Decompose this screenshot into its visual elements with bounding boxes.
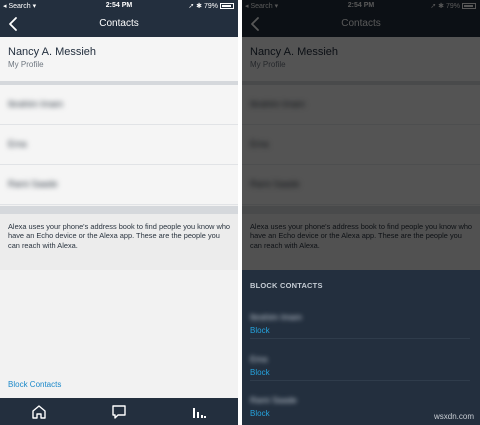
block-contact-name: Ibrahim Imam bbox=[250, 312, 302, 322]
contact-row[interactable]: Ema bbox=[0, 125, 238, 165]
watermark-text: wsxdn.com bbox=[433, 412, 474, 421]
block-contacts-link[interactable]: Block Contacts bbox=[8, 380, 61, 389]
contacts-icon[interactable] bbox=[190, 403, 208, 421]
chat-icon[interactable] bbox=[110, 403, 128, 421]
block-button[interactable]: Block bbox=[250, 326, 270, 335]
contact-name: Ibrahim Imam bbox=[8, 99, 64, 109]
battery-icon bbox=[220, 3, 234, 9]
block-contact-name: Ema bbox=[250, 354, 268, 364]
status-bar: ◂ Search ▾ 2:54 PM ➚ ✱ 79% bbox=[0, 0, 238, 12]
contact-row[interactable]: Ibrahim Imam bbox=[0, 85, 238, 125]
tab-bar bbox=[0, 398, 238, 425]
profile-name: Nancy A. Messieh bbox=[8, 46, 97, 58]
block-button[interactable]: Block bbox=[250, 368, 270, 377]
block-contact-item: Ema Block bbox=[250, 354, 470, 386]
contact-row[interactable]: Rami Saade bbox=[0, 165, 238, 205]
row-divider bbox=[250, 338, 470, 339]
right-screen: ◂ Search ▾ 2:54 PM ➚ ✱ 79% Contacts Nanc… bbox=[242, 0, 480, 425]
profile-subtitle: My Profile bbox=[8, 60, 44, 69]
row-divider bbox=[250, 380, 470, 381]
status-right: ➚ ✱ 79% bbox=[188, 2, 234, 10]
modal-overlay[interactable] bbox=[242, 0, 480, 270]
contact-name: Ema bbox=[8, 139, 27, 149]
block-contact-item: Ibrahim Imam Block bbox=[250, 312, 470, 344]
home-icon[interactable] bbox=[30, 403, 48, 421]
left-screen: ◂ Search ▾ 2:54 PM ➚ ✱ 79% Contacts Nanc… bbox=[0, 0, 238, 425]
block-contact-name: Rami Saade bbox=[250, 395, 297, 405]
section-separator bbox=[0, 206, 238, 214]
info-panel: Alexa uses your phone's address book to … bbox=[0, 214, 238, 270]
contact-name: Rami Saade bbox=[8, 179, 58, 189]
block-button[interactable]: Block bbox=[250, 409, 270, 418]
block-contacts-heading: BLOCK CONTACTS bbox=[250, 281, 323, 290]
nav-bar: Contacts bbox=[0, 12, 238, 37]
page-title: Contacts bbox=[99, 18, 139, 29]
my-profile-row[interactable]: Nancy A. Messieh My Profile bbox=[0, 37, 238, 81]
info-text: Alexa uses your phone's address book to … bbox=[8, 222, 231, 250]
block-contact-item: Rami Saade Block bbox=[250, 395, 450, 425]
block-contacts-sheet: BLOCK CONTACTS Ibrahim Imam Block Ema Bl… bbox=[242, 270, 480, 425]
